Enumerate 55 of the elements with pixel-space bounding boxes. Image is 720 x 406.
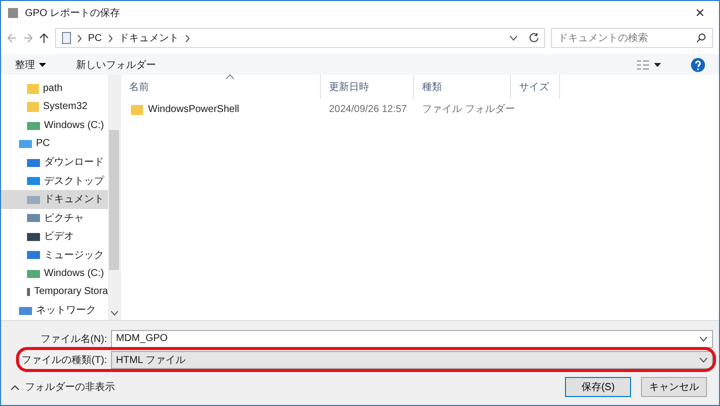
chevron-icon — [184, 34, 190, 42]
save-button[interactable]: 保存(S) — [565, 377, 631, 397]
column-header[interactable]: 種類 — [414, 75, 511, 99]
file-type-select[interactable]: HTML ファイル — [111, 350, 713, 368]
chevron-icon — [108, 34, 113, 42]
scroll-down-icon[interactable] — [110, 311, 118, 316]
cancel-button[interactable]: キャンセル — [641, 377, 707, 397]
sidebar-item[interactable]: Windows (C:) — [1, 264, 108, 282]
caret-icon — [39, 62, 46, 66]
modified-date: 2024/09/26 12:57 — [328, 104, 408, 114]
organize-menu[interactable]: 整理 — [15, 58, 46, 72]
sidebar-item[interactable]: PC — [1, 134, 108, 153]
sidebar-item[interactable]: path — [1, 79, 108, 98]
help-icon[interactable] — [691, 58, 705, 72]
sidebar-item[interactable]: ネットワーク — [1, 301, 108, 320]
breadcrumb[interactable]: ドキュメント — [118, 31, 179, 45]
folder-icon — [131, 104, 143, 114]
refresh-icon[interactable] — [528, 32, 540, 44]
view-options-icon[interactable] — [637, 60, 661, 70]
field-label: ファイルの種類(T): — [20, 354, 108, 366]
new-folder-button[interactable]: 新しいフォルダー — [76, 58, 156, 72]
column-header[interactable]: サイズ — [511, 75, 560, 99]
sidebar-item[interactable]: ビデオ — [1, 227, 108, 246]
column-header[interactable]: 名前 — [121, 75, 321, 99]
dropdown-icon — [699, 336, 708, 342]
document-icon — [62, 32, 71, 44]
sidebar-item[interactable]: ダウンロード — [1, 153, 108, 172]
column-header[interactable]: 更新日時 — [321, 75, 414, 99]
field-label: ファイル名(N): — [39, 332, 108, 346]
up-arrow-icon[interactable] — [39, 33, 49, 43]
dropdown-icon — [699, 356, 708, 362]
chevron-icon — [77, 34, 82, 42]
file-name-field[interactable]: MDM_GPO — [111, 330, 713, 348]
file-name: WindowsPowerShell — [148, 104, 240, 114]
sidebar-item[interactable]: ドキュメント — [1, 190, 108, 208]
scrollbar[interactable] — [108, 75, 120, 320]
address-bar[interactable]: PC ドキュメント — [55, 28, 545, 48]
search-field[interactable]: ドキュメントの検索 — [551, 28, 713, 48]
folder-icon — [27, 101, 39, 112]
sidebar-item[interactable]: Temporary Stora — [1, 282, 108, 301]
sidebar-item[interactable]: System32 — [1, 98, 108, 116]
dropdown-icon[interactable] — [509, 35, 518, 41]
folder-icon — [27, 82, 39, 94]
chevron-up-icon — [11, 384, 19, 390]
close-button[interactable]: ✕ — [686, 6, 713, 20]
window-title: GPO レポートの保存 — [25, 7, 122, 20]
sidebar-item[interactable]: ミュージック — [1, 246, 108, 264]
search-icon — [696, 33, 706, 43]
sort-caret-icon — [226, 74, 234, 79]
breadcrumb[interactable]: PC — [88, 32, 102, 44]
file-row[interactable]: WindowsPowerShell 2024/09/26 12:57 ファイル フォルダー — [121, 99, 719, 119]
sidebar-item[interactable]: デスクトップ — [1, 172, 108, 190]
sidebar-item[interactable]: Windows (C:) — [1, 116, 108, 134]
sidebar-item[interactable]: ピクチャ — [1, 208, 108, 227]
hide-folders-toggle[interactable]: フォルダーの非表示 — [11, 380, 115, 394]
